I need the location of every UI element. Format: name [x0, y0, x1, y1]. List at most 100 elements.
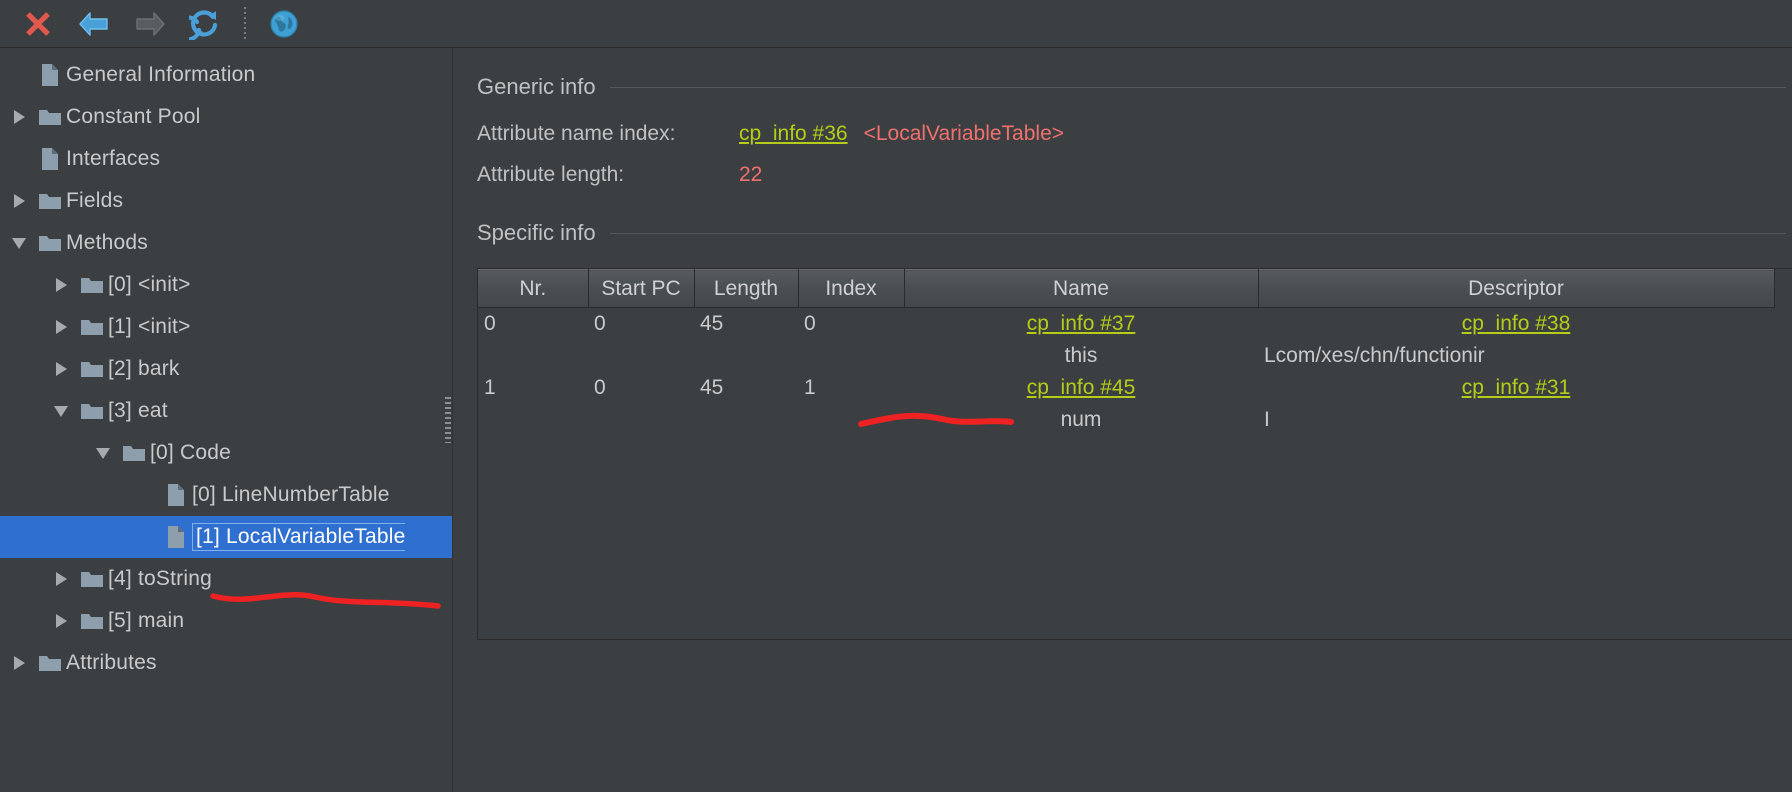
column-header-index[interactable]: Index: [798, 270, 904, 308]
tree-item-fields[interactable]: Fields: [0, 180, 452, 222]
attribute-length-label: Attribute length:: [477, 163, 739, 187]
local-variable-table-wrapper[interactable]: Nr. Start PC Length Index Name Descripto…: [477, 268, 1792, 640]
name-cp-link[interactable]: cp_info #37: [1027, 312, 1136, 335]
descriptor-cp-link[interactable]: cp_info #38: [1462, 312, 1571, 335]
tree-item-attributes[interactable]: Attributes: [0, 642, 452, 684]
tree-item-label: [3] eat: [108, 399, 168, 423]
cell-length: 45: [694, 372, 798, 404]
folder-icon: [38, 107, 62, 127]
reload-icon: [189, 8, 223, 40]
cell-descriptor-value: I: [1258, 404, 1774, 436]
forward-arrow-icon: [133, 10, 167, 38]
tree-item-general-information[interactable]: General Information: [0, 54, 452, 96]
cell-start-pc: 0: [588, 372, 694, 404]
tree-item-label: Constant Pool: [66, 105, 201, 129]
tree-item-label: General Information: [66, 63, 255, 87]
cell-nr: 1: [478, 372, 588, 404]
file-node-icon: [34, 63, 66, 87]
specific-info-title: Specific info: [477, 220, 596, 246]
folder-node-icon: [76, 401, 108, 421]
cell-index: 1: [798, 372, 904, 404]
class-structure-tree[interactable]: General Information Constant Pool Interfac…: [0, 48, 452, 792]
descriptor-cp-link[interactable]: cp_info #31: [1462, 376, 1571, 399]
cell-blank: [478, 404, 588, 436]
tree-item-constant-pool[interactable]: Constant Pool: [0, 96, 452, 138]
tree-item-1-init[interactable]: [1] <init>: [0, 306, 452, 348]
attribute-length-row: Attribute length: 22: [477, 163, 1792, 204]
chevron-down-icon[interactable]: [88, 448, 118, 459]
attribute-name-index-value: <LocalVariableTable>: [864, 122, 1064, 146]
chevron-right-icon[interactable]: [46, 362, 76, 376]
reload-button[interactable]: [178, 2, 234, 46]
folder-node-icon: [76, 569, 108, 589]
table-row[interactable]: 10451cp_info #45cp_info #31: [478, 372, 1774, 404]
tree-item-label: [1] <init>: [108, 315, 191, 339]
file-node-icon: [160, 525, 192, 549]
cell-blank: [588, 340, 694, 372]
browse-button[interactable]: [256, 2, 312, 46]
tree-item-4-tostring[interactable]: [4] toString: [0, 558, 452, 600]
close-button[interactable]: [10, 2, 66, 46]
table-row[interactable]: 00450cp_info #37cp_info #38: [478, 308, 1774, 341]
folder-node-icon: [34, 233, 66, 253]
generic-info-rule: [610, 87, 1786, 88]
tree-item-label: [4] toString: [108, 567, 212, 591]
chevron-right-icon[interactable]: [46, 278, 76, 292]
chevron-right-icon[interactable]: [46, 320, 76, 334]
column-header-nr[interactable]: Nr.: [478, 270, 588, 308]
tree-item-label: [0] Code: [150, 441, 231, 465]
file-icon: [167, 525, 185, 549]
name-cp-link[interactable]: cp_info #45: [1027, 376, 1136, 399]
tree-item-label: Attributes: [66, 651, 157, 675]
tree-item-label: Fields: [66, 189, 123, 213]
tree-item-methods[interactable]: Methods: [0, 222, 452, 264]
cell-name-value: this: [904, 340, 1258, 372]
chevron-down-icon[interactable]: [4, 238, 34, 249]
chevron-right-icon[interactable]: [46, 614, 76, 628]
chevron-right-icon[interactable]: [4, 656, 34, 670]
tree-splitter-handle[interactable]: [445, 397, 451, 443]
chevron-right-icon[interactable]: [46, 572, 76, 586]
folder-icon: [80, 317, 104, 337]
folder-node-icon: [34, 653, 66, 673]
tree-item-3-eat[interactable]: [3] eat: [0, 390, 452, 432]
file-icon: [41, 147, 59, 171]
chevron-right-icon[interactable]: [4, 110, 34, 124]
attribute-name-index-link[interactable]: cp_info #36: [739, 122, 848, 146]
toolbar: [0, 0, 1792, 48]
chevron-down-icon[interactable]: [46, 406, 76, 417]
attribute-name-index-row: Attribute name index: cp_info #36 <Local…: [477, 122, 1792, 163]
column-header-descriptor[interactable]: Descriptor: [1258, 270, 1774, 308]
table-row-secondary: thisLcom/xes/chn/functionir: [478, 340, 1774, 372]
folder-node-icon: [34, 107, 66, 127]
folder-node-icon: [76, 317, 108, 337]
folder-icon: [38, 233, 62, 253]
column-header-name[interactable]: Name: [904, 270, 1258, 308]
tree-item-2-bark[interactable]: [2] bark: [0, 348, 452, 390]
back-button[interactable]: [66, 2, 122, 46]
forward-button[interactable]: [122, 2, 178, 46]
tree-item-0-code[interactable]: [0] Code: [0, 432, 452, 474]
back-arrow-icon: [77, 10, 111, 38]
tree-item-0-linenumbertable[interactable]: [0] LineNumberTable: [0, 474, 452, 516]
tree-item-1-localvariabletable[interactable]: [1] LocalVariableTable: [0, 516, 452, 558]
cell-blank: [694, 404, 798, 436]
cell-blank: [588, 404, 694, 436]
browse-globe-icon: [269, 9, 299, 39]
folder-icon: [80, 401, 104, 421]
folder-node-icon: [76, 359, 108, 379]
tree-item-interfaces[interactable]: Interfaces: [0, 138, 452, 180]
tree-item-5-main[interactable]: [5] main: [0, 600, 452, 642]
attribute-length-value: 22: [739, 163, 762, 187]
cell-descriptor-link: cp_info #38: [1258, 308, 1774, 341]
chevron-right-icon[interactable]: [4, 194, 34, 208]
file-node-icon: [34, 147, 66, 171]
tree-item-label: [0] LineNumberTable: [192, 483, 390, 507]
tree-item-0-init[interactable]: [0] <init>: [0, 264, 452, 306]
column-header-start-pc[interactable]: Start PC: [588, 270, 694, 308]
column-header-length[interactable]: Length: [694, 270, 798, 308]
local-variable-table[interactable]: Nr. Start PC Length Index Name Descripto…: [478, 269, 1775, 436]
tree-rows: General Information Constant Pool Interfac…: [0, 54, 452, 684]
cell-blank: [798, 404, 904, 436]
folder-icon: [80, 359, 104, 379]
